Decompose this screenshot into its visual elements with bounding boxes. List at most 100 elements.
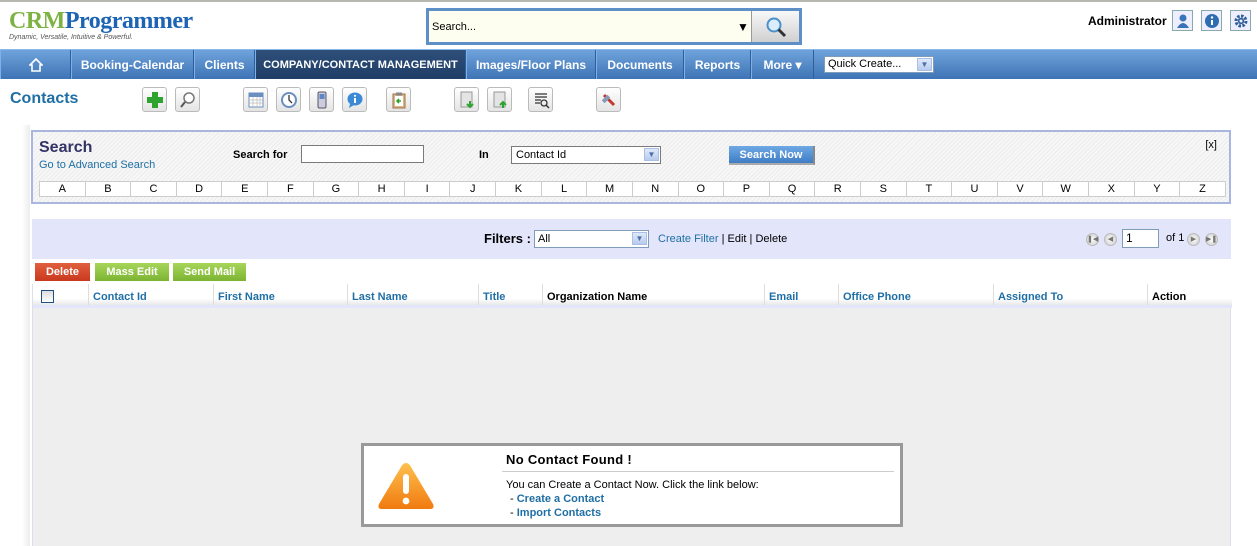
filters-label: Filters : bbox=[484, 231, 531, 246]
find-duplicates-button[interactable] bbox=[528, 87, 553, 112]
search-icon bbox=[766, 17, 787, 38]
import-button[interactable] bbox=[454, 87, 479, 112]
alpha-letter-b[interactable]: B bbox=[86, 182, 132, 196]
alpha-letter-u[interactable]: U bbox=[952, 182, 998, 196]
delete-filter-link[interactable]: Delete bbox=[755, 233, 787, 245]
create-contact-link[interactable]: Create a Contact bbox=[517, 493, 604, 505]
import-contacts-link[interactable]: Import Contacts bbox=[517, 507, 601, 519]
calendar-icon bbox=[248, 92, 263, 107]
main-nav: Booking-Calendar Clients COMPANY/CONTACT… bbox=[0, 49, 1257, 79]
column-email[interactable]: Email bbox=[765, 284, 839, 305]
nav-clients[interactable]: Clients bbox=[194, 50, 255, 79]
chat-info-button[interactable] bbox=[342, 87, 367, 112]
alpha-letter-c[interactable]: C bbox=[131, 182, 177, 196]
user-name[interactable]: Administrator bbox=[1088, 14, 1167, 28]
global-search: Search... ▼ bbox=[426, 8, 802, 45]
nav-more[interactable]: More ▾ bbox=[751, 50, 814, 79]
alpha-letter-o[interactable]: O bbox=[679, 182, 725, 196]
alpha-letter-r[interactable]: R bbox=[815, 182, 861, 196]
column-contact-id[interactable]: Contact Id bbox=[89, 284, 214, 305]
search-for-input[interactable] bbox=[301, 145, 424, 163]
logo-tagline: Dynamic, Versatile, Intuitive & Powerful… bbox=[9, 34, 133, 41]
alpha-letter-i[interactable]: I bbox=[405, 182, 451, 196]
prev-page-button[interactable]: ◀ bbox=[1104, 233, 1117, 246]
mobile-button[interactable] bbox=[309, 87, 334, 112]
alpha-letter-k[interactable]: K bbox=[496, 182, 542, 196]
settings-tools-button[interactable] bbox=[596, 87, 621, 112]
alpha-letter-m[interactable]: M bbox=[587, 182, 633, 196]
page-title: Contacts bbox=[10, 90, 79, 107]
delete-button[interactable]: Delete bbox=[35, 263, 90, 281]
alpha-letter-z[interactable]: Z bbox=[1180, 182, 1225, 196]
alpha-letter-v[interactable]: V bbox=[998, 182, 1044, 196]
alpha-letter-a[interactable]: A bbox=[40, 182, 86, 196]
alpha-letter-j[interactable]: J bbox=[450, 182, 497, 196]
column-last-name[interactable]: Last Name bbox=[348, 284, 479, 305]
mass-edit-button[interactable]: Mass Edit bbox=[95, 263, 169, 281]
last-page-button[interactable]: ▶❚ bbox=[1205, 233, 1218, 246]
export-button[interactable] bbox=[487, 87, 512, 112]
logo[interactable]: CRMProgrammer Dynamic, Versatile, Intuit… bbox=[9, 9, 193, 41]
alpha-letter-d[interactable]: D bbox=[177, 182, 223, 196]
dash: - bbox=[510, 493, 517, 505]
column-assigned-to[interactable]: Assigned To bbox=[994, 284, 1148, 305]
column-title[interactable]: Title bbox=[479, 284, 543, 305]
alpha-letter-n[interactable]: N bbox=[633, 182, 679, 196]
search-in-select[interactable]: Contact Id ▼ bbox=[511, 146, 661, 164]
import-icon bbox=[460, 91, 474, 108]
quick-create-select[interactable]: Quick Create... ▼ bbox=[824, 56, 934, 73]
nav-home[interactable] bbox=[0, 50, 71, 79]
column-first-name[interactable]: First Name bbox=[214, 284, 348, 305]
first-page-icon: ❚◀ bbox=[1087, 236, 1099, 243]
alpha-letter-p[interactable]: P bbox=[724, 182, 770, 196]
alpha-letter-e[interactable]: E bbox=[222, 182, 269, 196]
add-contact-button[interactable] bbox=[142, 87, 167, 112]
first-page-button[interactable]: ❚◀ bbox=[1086, 233, 1099, 246]
chevron-down-icon: ▼ bbox=[632, 232, 647, 245]
alpha-letter-s[interactable]: S bbox=[861, 182, 907, 196]
create-filter-link[interactable]: Create Filter bbox=[658, 233, 719, 245]
edit-filter-link[interactable]: Edit bbox=[728, 233, 747, 245]
column-organization-name: Organization Name bbox=[543, 284, 765, 305]
global-search-input[interactable]: Search... bbox=[432, 21, 476, 33]
calendar-button[interactable] bbox=[243, 87, 268, 112]
filter-select[interactable]: All ▼ bbox=[534, 230, 649, 248]
select-all-checkbox[interactable] bbox=[41, 290, 54, 303]
nav-reports[interactable]: Reports bbox=[684, 50, 751, 79]
empty-title: No Contact Found ! bbox=[506, 452, 632, 467]
clock-button[interactable] bbox=[276, 87, 301, 112]
alpha-letter-w[interactable]: W bbox=[1043, 182, 1090, 196]
warning-icon bbox=[378, 463, 434, 509]
next-page-button[interactable]: ▶ bbox=[1187, 233, 1200, 246]
settings-button[interactable] bbox=[1230, 10, 1251, 31]
search-panel: Search Go to Advanced Search Search for … bbox=[31, 130, 1231, 204]
divider bbox=[502, 471, 894, 472]
alpha-letter-t[interactable]: T bbox=[907, 182, 953, 196]
nav-company-contact-management[interactable]: COMPANY/CONTACT MANAGEMENT bbox=[255, 50, 466, 79]
alpha-letter-f[interactable]: F bbox=[268, 182, 314, 196]
filter-value: All bbox=[538, 233, 551, 245]
search-contacts-button[interactable] bbox=[175, 87, 200, 112]
user-profile-button[interactable] bbox=[1172, 10, 1193, 31]
nav-booking-calendar[interactable]: Booking-Calendar bbox=[71, 50, 194, 79]
column-office-phone[interactable]: Office Phone bbox=[839, 284, 994, 305]
find-duplicates-icon bbox=[534, 92, 550, 109]
alpha-letter-x[interactable]: X bbox=[1089, 182, 1135, 196]
send-mail-button[interactable]: Send Mail bbox=[173, 263, 246, 281]
alpha-letter-h[interactable]: H bbox=[359, 182, 405, 196]
search-dropdown-icon[interactable]: ▼ bbox=[737, 20, 749, 34]
global-search-button[interactable] bbox=[751, 11, 799, 42]
alpha-letter-l[interactable]: L bbox=[542, 182, 588, 196]
close-search-button[interactable]: [x] bbox=[1205, 139, 1217, 151]
search-now-button[interactable]: Search Now bbox=[729, 146, 815, 165]
alpha-letter-y[interactable]: Y bbox=[1135, 182, 1181, 196]
clipboard-button[interactable] bbox=[386, 87, 411, 112]
next-page-icon: ▶ bbox=[1190, 236, 1197, 243]
page-number-input[interactable]: 1 bbox=[1122, 229, 1159, 248]
nav-images-floor-plans[interactable]: Images/Floor Plans bbox=[466, 50, 596, 79]
nav-documents[interactable]: Documents bbox=[596, 50, 684, 79]
advanced-search-link[interactable]: Go to Advanced Search bbox=[39, 159, 155, 171]
info-button[interactable] bbox=[1201, 10, 1222, 31]
alpha-letter-q[interactable]: Q bbox=[770, 182, 816, 196]
alpha-letter-g[interactable]: G bbox=[314, 182, 360, 196]
